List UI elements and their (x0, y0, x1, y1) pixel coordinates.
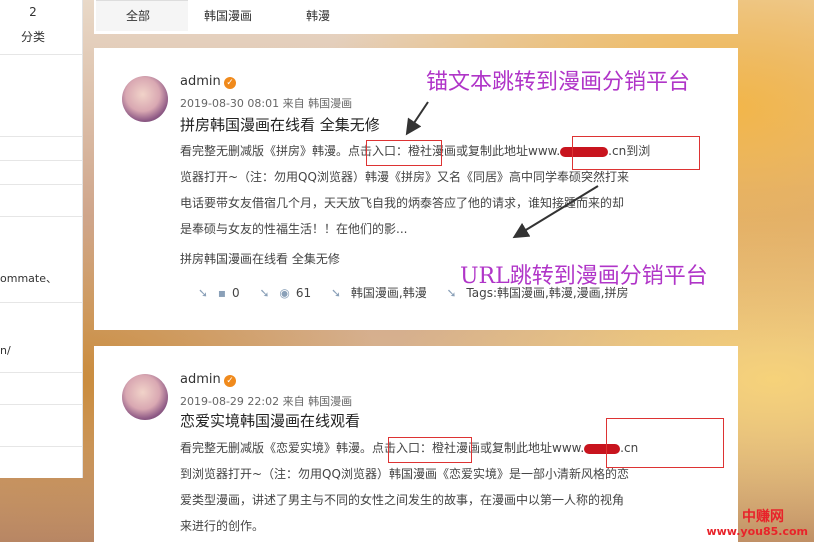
arrow-icon (405, 101, 429, 136)
annotation-arrows (405, 101, 599, 239)
watermark-brand: 中赚网 (742, 509, 784, 525)
arrow-icon (512, 185, 599, 239)
watermark-url: www.you85.com (706, 525, 808, 538)
